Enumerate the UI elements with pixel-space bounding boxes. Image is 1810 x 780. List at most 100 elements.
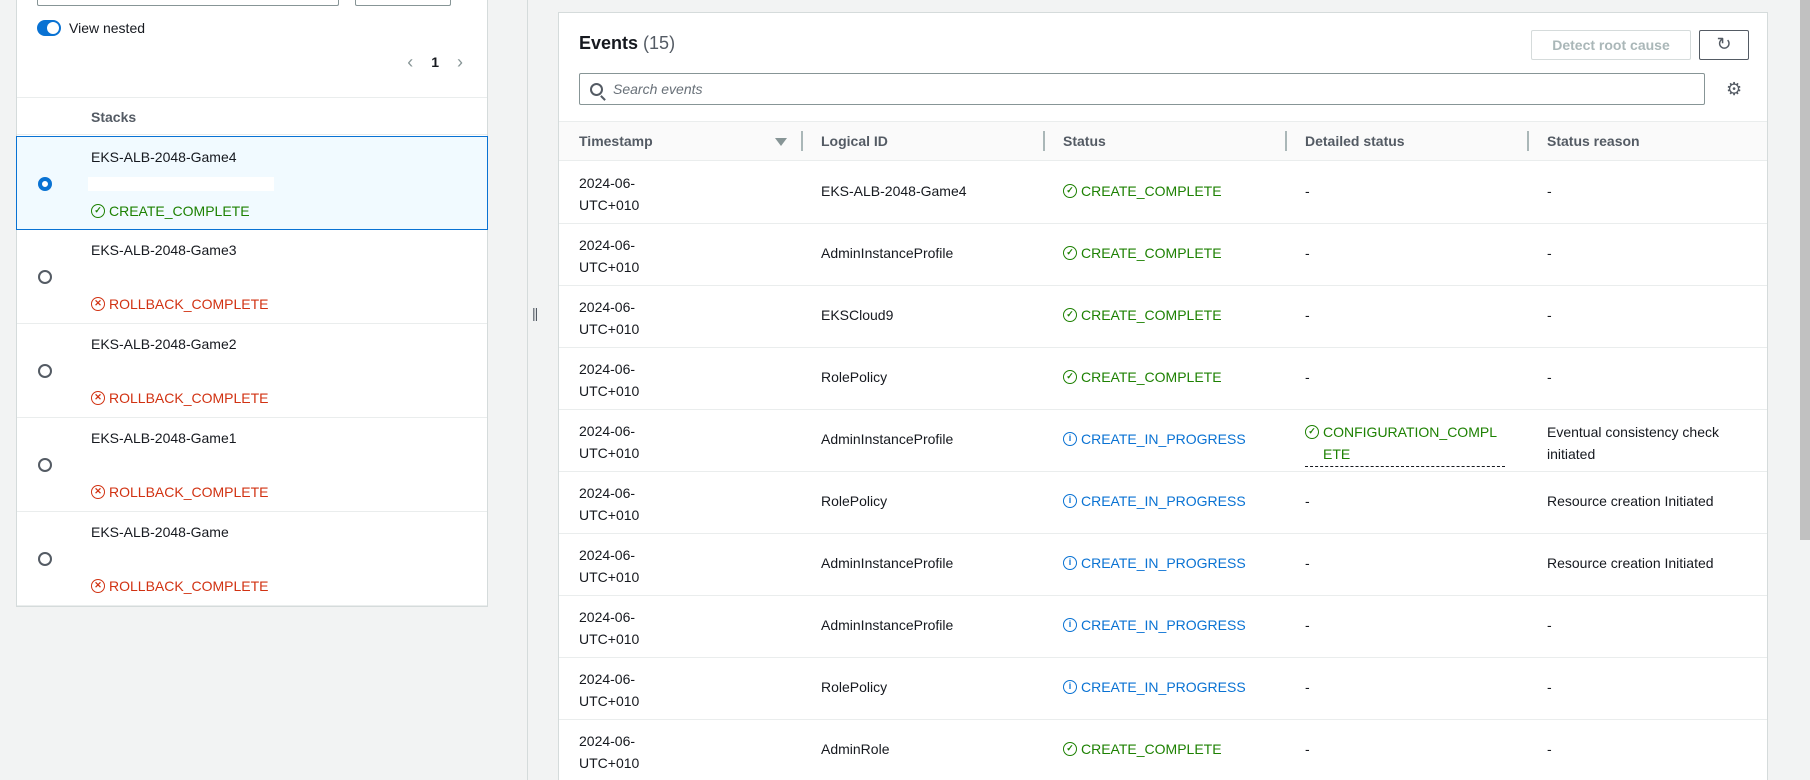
status-reason-cell: Eventual consistency check initiated [1547,424,1719,462]
stack-row[interactable]: EKS-ALB-2048-Game1 ✕ ROLLBACK_COMPLETE [17,418,487,512]
detailed-status-cell: - [1305,555,1310,571]
previous-page-icon[interactable]: ‹ [407,53,413,71]
detailed-status-cell: - [1305,679,1310,695]
logical-id-cell: AdminInstanceProfile [821,431,954,447]
logical-id-cell: AdminRole [821,741,890,757]
timestamp-date: 2024-06- [579,609,636,625]
col-detailed-status[interactable]: Detailed status [1305,122,1405,160]
col-status[interactable]: Status [1063,122,1106,160]
table-row[interactable]: 2024-06- UTC+010 AdminInstanceProfile i CREA… [559,410,1767,472]
events-table-header: Timestamp Logical ID Status Detailed sta… [559,121,1767,161]
refresh-button[interactable]: ↻ [1699,30,1749,60]
stack-name[interactable]: EKS-ALB-2048-Game1 [91,430,237,446]
status-reason-cell: - [1547,307,1552,323]
status-text: CREATE_COMPLETE [1081,369,1222,385]
timestamp-tz: UTC+010 [579,259,639,275]
table-row[interactable]: 2024-06- UTC+010 AdminInstanceProfile ✓ CREA… [559,224,1767,286]
timestamp-cell: 2024-06- UTC+010 [579,606,639,650]
stacks-pane: View nested ‹ 1 › Stacks EKS-ALB-2048-Ga… [0,0,538,780]
status-cell: i CREATE_IN_PROGRESS [1063,493,1246,509]
stacks-panel: View nested ‹ 1 › Stacks EKS-ALB-2048-Ga… [16,0,488,607]
stack-description [88,177,274,191]
detect-root-cause-button[interactable]: Detect root cause [1531,30,1691,60]
status-text: CREATE_COMPLETE [1081,183,1222,199]
detailed-status-cell[interactable]: ✓ CONFIGURATION_COMPLETE [1305,421,1505,467]
refresh-icon: ↻ [1716,34,1732,54]
events-count: (15) [643,33,676,53]
column-resizer[interactable] [1527,131,1529,151]
column-resizer[interactable] [801,131,803,151]
stack-radio[interactable] [38,270,52,284]
stack-row[interactable]: EKS-ALB-2048-Game4 ✓ CREATE_COMPLETE [16,136,488,230]
table-row[interactable]: 2024-06- UTC+010 AdminInstanceProfile i CREA… [559,534,1767,596]
current-page[interactable]: 1 [431,54,439,70]
stack-filter-input[interactable] [37,0,339,6]
table-row[interactable]: 2024-06- UTC+010 RolePolicy ✓ CREATE_COMPLET… [559,348,1767,410]
stack-status-text: ROLLBACK_COMPLETE [109,578,269,594]
search-events-field[interactable] [579,73,1705,105]
view-nested-toggle-row[interactable]: View nested [37,20,145,36]
col-status-reason[interactable]: Status reason [1547,122,1640,160]
timestamp-cell: 2024-06- UTC+010 [579,482,639,526]
timestamp-mask [733,224,803,284]
status-text: CREATE_COMPLETE [1081,307,1222,323]
timestamp-date: 2024-06- [579,547,636,563]
stack-row[interactable]: EKS-ALB-2048-Game ✕ ROLLBACK_COMPLETE [17,512,487,606]
stack-name[interactable]: EKS-ALB-2048-Game3 [91,242,237,258]
timestamp-mask [733,720,803,780]
check-circle-icon: ✓ [1305,425,1319,439]
status-text: CREATE_IN_PROGRESS [1081,555,1246,571]
col-timestamp[interactable]: Timestamp [579,122,653,160]
stack-name[interactable]: EKS-ALB-2048-Game4 [91,149,237,165]
status-cell: ✓ CREATE_COMPLETE [1063,307,1222,323]
table-row[interactable]: 2024-06- UTC+0100 AdminRole ✓ CREATE_COMPLET… [559,720,1767,780]
view-nested-toggle[interactable] [37,20,61,36]
table-row[interactable]: 2024-06- UTC+010 EKS-ALB-2048-Game4 ✓ CREATE… [559,162,1767,224]
stack-radio[interactable] [38,552,52,566]
filter-dropdown[interactable] [355,0,451,6]
gear-icon[interactable]: ⚙ [1726,79,1742,100]
table-row[interactable]: 2024-06- UTC+010 RolePolicy i CREATE_IN_PROG… [559,472,1767,534]
detailed-status-cell: - [1305,307,1310,323]
status-cell: i CREATE_IN_PROGRESS [1063,431,1246,447]
stack-radio[interactable] [38,364,52,378]
next-page-icon[interactable]: › [457,53,463,71]
status-cell: ✓ CREATE_COMPLETE [1063,245,1222,261]
logical-id-cell: AdminInstanceProfile [821,555,954,571]
stack-row[interactable]: EKS-ALB-2048-Game3 ✕ ROLLBACK_COMPLETE [17,230,487,324]
check-circle-icon: ✓ [1063,184,1077,198]
page-scrollbar[interactable] [1800,0,1810,540]
column-resizer[interactable] [1043,131,1045,151]
stack-row[interactable]: EKS-ALB-2048-Game2 ✕ ROLLBACK_COMPLETE [17,324,487,418]
col-logical-id[interactable]: Logical ID [821,122,888,160]
info-circle-icon: i [1063,680,1077,694]
logical-id-cell: AdminInstanceProfile [821,245,954,261]
column-resizer[interactable] [1285,131,1287,151]
timestamp-cell: 2024-06- UTC+010 [579,172,639,216]
search-events-input[interactable] [613,81,1613,97]
timestamp-date: 2024-06- [579,733,636,749]
timestamp-mask [733,472,803,532]
detailed-status-cell: - [1305,183,1310,199]
table-row[interactable]: 2024-06- UTC+010 RolePolicy i CREATE_IN_PROG… [559,658,1767,720]
stack-radio[interactable] [38,177,52,191]
status-text: CREATE_COMPLETE [1081,245,1222,261]
timestamp-tz: UTC+010 [579,321,639,337]
table-row[interactable]: 2024-06- UTC+010 EKSCloud9 ✓ CREATE_COMPLETE… [559,286,1767,348]
table-row[interactable]: 2024-06- UTC+010 AdminInstanceProfile i CREA… [559,596,1767,658]
logical-id-cell: RolePolicy [821,493,888,509]
events-heading: Events (15) [579,33,675,54]
stack-radio[interactable] [38,458,52,472]
detailed-status-cell: - [1305,741,1310,757]
timestamp-mask [733,348,803,408]
stack-status: ✕ ROLLBACK_COMPLETE [91,578,269,594]
status-cell: ✓ CREATE_COMPLETE [1063,741,1222,757]
stack-name[interactable]: EKS-ALB-2048-Game2 [91,336,237,352]
stack-status: ✓ CREATE_COMPLETE [91,203,250,219]
timestamp-tz: UTC+0100 [579,755,639,771]
resize-handle-icon[interactable]: || [532,305,538,321]
stack-name[interactable]: EKS-ALB-2048-Game [91,524,229,540]
timestamp-cell: 2024-06- UTC+010 [579,544,639,588]
check-circle-icon: ✓ [1063,742,1077,756]
sort-descending-icon[interactable] [775,138,787,146]
